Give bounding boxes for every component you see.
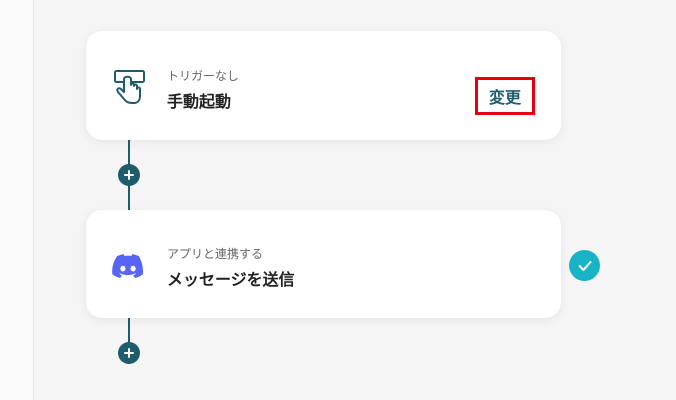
plus-icon [124, 170, 134, 180]
plus-icon [124, 348, 134, 358]
add-step-button[interactable] [118, 342, 140, 364]
discord-icon [112, 254, 144, 282]
trigger-card[interactable]: トリガーなし 手動起動 変更 [86, 31, 561, 140]
change-button[interactable]: 変更 [475, 77, 535, 115]
left-sidebar-strip [0, 0, 34, 400]
trigger-title: 手動起動 [167, 92, 232, 111]
action-title: メッセージを送信 [167, 270, 295, 289]
check-icon [578, 260, 592, 272]
hand-pointer-icon [112, 68, 148, 110]
trigger-subtitle: トリガーなし [167, 69, 240, 83]
action-subtitle: アプリと連携する [167, 247, 264, 261]
status-badge [569, 250, 600, 281]
add-step-button[interactable] [118, 164, 140, 186]
action-card[interactable]: アプリと連携する メッセージを送信 [86, 210, 561, 318]
